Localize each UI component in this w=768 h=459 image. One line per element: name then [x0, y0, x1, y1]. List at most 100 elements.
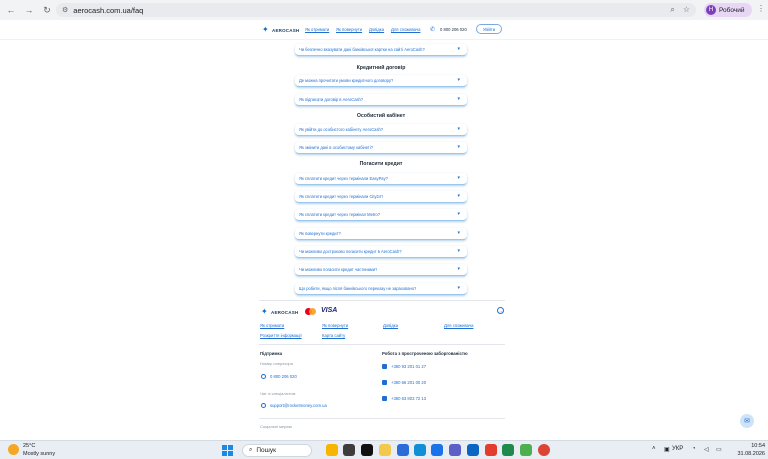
url-text: aerocash.com.ua/faq — [73, 5, 144, 15]
chat-label: Чат зі спеціалістом — [260, 391, 296, 396]
operators-label: Номер оператора — [260, 361, 293, 366]
debt-phone[interactable]: +380 93 201 01 27 — [391, 364, 426, 369]
app-tray-icon[interactable]: ▣ — [664, 446, 670, 453]
back-icon[interactable]: ← — [4, 3, 18, 17]
footer-link-how-to-repay[interactable]: Як повернути — [322, 323, 348, 328]
social-label: Соціальні мережі — [260, 424, 293, 429]
browser-menu-icon[interactable]: ⋮ — [757, 4, 765, 13]
chevron-down-icon: ▾ — [457, 230, 460, 236]
logo-mark-icon: ✦ — [262, 25, 269, 34]
footer-divider — [259, 300, 505, 301]
phone-icon — [382, 380, 387, 385]
app-icon[interactable] — [485, 444, 497, 456]
weather-desc[interactable]: Mostly sunny — [23, 451, 55, 457]
faq-item[interactable]: Як увійти до особистого кабінету AeroCas… — [295, 124, 467, 136]
scroll-top-icon[interactable]: → — [497, 307, 504, 314]
visa-logo: VISA — [321, 307, 338, 314]
faq-item[interactable]: Чи можливо погасити кредит частинами? ▾ — [295, 264, 467, 276]
phone-icon: ✆ — [430, 27, 436, 33]
edge-icon[interactable] — [414, 444, 426, 456]
nav-how-to-repay[interactable]: Як повернути — [336, 27, 362, 32]
faq-item[interactable]: Як змінити дані в особистому кабінеті? ▾ — [295, 142, 467, 154]
clock-date[interactable]: 31.08.2026 — [731, 451, 765, 457]
chat-icon[interactable]: ✉ — [740, 414, 754, 428]
nav-how-to-get[interactable]: Як отримати — [305, 27, 329, 32]
chevron-down-icon: ▾ — [457, 126, 460, 132]
header-phone[interactable]: 0 800 206 020 — [440, 27, 467, 32]
footer-link-for-consumer[interactable]: Для споживача — [444, 323, 473, 328]
faq-item[interactable]: Що робити, якщо після банківського перек… — [295, 283, 467, 295]
faq-item[interactable]: Як повернути кредит? ▾ — [295, 228, 467, 240]
search-icon: ⌕ — [249, 447, 253, 453]
chevron-down-icon: ▾ — [457, 266, 460, 272]
taskbar-search[interactable]: ⌕ Пошук — [242, 444, 312, 457]
phone-icon — [382, 396, 387, 401]
mastercard-logo — [305, 308, 317, 315]
footer-link-sitemap[interactable]: Карта сайту — [322, 333, 345, 338]
clock-time[interactable]: 10:54 — [731, 443, 765, 449]
chevron-down-icon: ▾ — [457, 285, 460, 291]
weather-temp[interactable]: 25°C — [23, 443, 35, 449]
chevron-down-icon: ▾ — [457, 248, 460, 254]
phone-icon — [261, 374, 266, 379]
chevron-down-icon: ▾ — [457, 211, 460, 217]
faq-item[interactable]: Як сплатити кредит через термінали EasyP… — [295, 173, 467, 185]
debt-title: Робота з простроченою заборгованістю — [382, 351, 468, 356]
app-icon[interactable] — [467, 444, 479, 456]
site-logo[interactable]: ✦ AEROCASH — [262, 26, 299, 34]
app-icon[interactable] — [520, 444, 532, 456]
file-explorer-icon[interactable] — [379, 444, 391, 456]
app-icon[interactable] — [361, 444, 373, 456]
support-phone[interactable]: 0 800 206 020 — [270, 374, 297, 379]
bookmark-star-icon[interactable]: ☆ — [683, 5, 690, 15]
chevron-up-icon[interactable]: ˄ — [652, 446, 656, 452]
windows-start-icon[interactable] — [222, 445, 233, 456]
volume-icon[interactable]: ◁ — [704, 446, 709, 453]
widgets-icon[interactable] — [326, 444, 338, 456]
support-title: Підтримка — [260, 351, 283, 356]
footer-link-how-to-get[interactable]: Як отримати — [260, 323, 284, 328]
chevron-down-icon: ▾ — [457, 77, 460, 83]
battery-icon[interactable]: ▭ — [716, 446, 722, 453]
chevron-down-icon: ▾ — [457, 96, 460, 102]
section-title: Погасити кредит — [359, 161, 403, 167]
faq-item[interactable]: Як сплатити кредит через термінал Меtro?… — [295, 209, 467, 221]
faq-item[interactable]: Як сплатити кредит через термінали City2… — [295, 191, 467, 203]
site-info-icon[interactable]: ⚙ — [62, 6, 68, 14]
forward-icon[interactable]: → — [22, 3, 36, 17]
chevron-down-icon: ▾ — [457, 193, 460, 199]
weather-sun-icon[interactable] — [8, 444, 19, 455]
debt-phone[interactable]: +380 66 201 00 20 — [391, 380, 426, 385]
nav-for-consumer[interactable]: Для споживача — [391, 27, 420, 32]
chevron-down-icon: ▾ — [457, 144, 460, 150]
reload-icon[interactable]: ↻ — [40, 3, 54, 17]
faq-item[interactable]: Як підписати договір в AeroCash? ▾ — [295, 94, 467, 106]
footer-logo[interactable]: ✦ AEROCASH — [261, 308, 298, 316]
profile-button[interactable]: Н Робочий — [704, 3, 752, 17]
login-button[interactable]: Увійти — [476, 24, 502, 34]
mail-app-icon[interactable] — [397, 444, 409, 456]
section-title: Особистий кабінет — [356, 113, 406, 119]
language-indicator[interactable]: УКР — [672, 446, 683, 452]
nav-help[interactable]: Довідка — [369, 27, 384, 32]
site-header: ✦ AEROCASH Як отримати Як повернути Дові… — [0, 20, 768, 40]
app-icon[interactable] — [431, 444, 443, 456]
avatar: Н — [706, 5, 716, 15]
zoom-icon[interactable]: ⌕ — [670, 5, 674, 15]
faq-item[interactable]: Чи можливо достроково погасити кредит в … — [295, 246, 467, 258]
app-icon[interactable] — [502, 444, 514, 456]
wifi-icon[interactable]: ◔ — [692, 446, 696, 452]
chrome-icon[interactable] — [538, 444, 550, 456]
faq-item[interactable]: Чи безпечно вказувати дані банківської к… — [295, 44, 467, 56]
task-view-icon[interactable] — [343, 444, 355, 456]
debt-phone[interactable]: +380 63 803 72 13 — [391, 396, 426, 401]
footer-link-help[interactable]: Довідка — [383, 323, 398, 328]
taskbar: 25°C Mostly sunny ⌕ Пошук ˄ ▣ УКР ◔ ◁ ▭ … — [0, 440, 768, 459]
chevron-down-icon: ▾ — [457, 175, 460, 181]
faq-item[interactable]: Де можна прочитати умови кредитного дого… — [295, 75, 467, 87]
footer-link-disclosure[interactable]: Розкриття інформації — [260, 333, 302, 338]
section-title: Кредитний договір — [356, 65, 406, 71]
address-bar[interactable]: ⚙ aerocash.com.ua/faq ⌕ ☆ — [56, 3, 696, 17]
teams-icon[interactable] — [449, 444, 461, 456]
support-email[interactable]: support@rocketmoney.com.ua — [270, 403, 327, 408]
